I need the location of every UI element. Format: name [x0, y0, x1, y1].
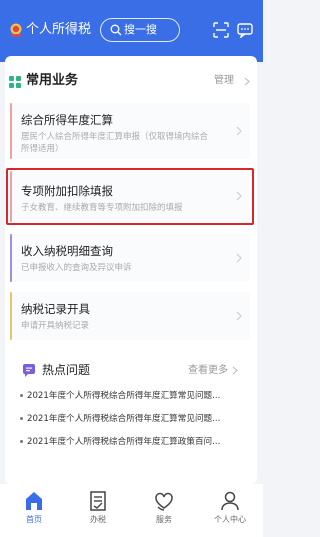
service-heart-icon: [155, 492, 173, 511]
item-title: 纳税记录开具: [21, 302, 90, 316]
app-title: 个人所得税: [26, 22, 92, 37]
apps-grid-icon: [9, 76, 21, 88]
emblem-icon: [10, 23, 22, 37]
hot-question-icon: [23, 364, 35, 377]
top-header: 个人所得税 搜一搜: [0, 0, 263, 62]
tax-form-icon: [90, 491, 106, 511]
item-accent-bar: [10, 292, 12, 340]
hot-question-item[interactable]: 2021年度个人所得税综合所得年度汇算常见问题...: [20, 413, 246, 425]
question-text: 2021年度个人所得税综合所得年度汇算常见问题...: [27, 391, 221, 401]
tab-label: 个人中心: [214, 515, 246, 524]
tab-profile[interactable]: 个人中心: [206, 488, 254, 534]
service-item-tax-record[interactable]: 纳税记录开具 申请开具纳税记录: [10, 292, 250, 340]
bullet-icon: [20, 440, 23, 443]
item-desc: 申请开具纳税记录: [21, 321, 90, 331]
question-text: 2021年度个人所得税综合所得年度汇算政策百问...: [27, 437, 221, 447]
hot-question-item[interactable]: 2021年度个人所得税综合所得年度汇算政策百问...: [20, 436, 246, 448]
item-desc-cont: 所得适用）: [21, 144, 64, 154]
search-box[interactable]: 搜一搜: [100, 18, 180, 42]
search-placeholder: 搜一搜: [124, 23, 157, 36]
chevron-right-icon: [236, 126, 242, 136]
chevron-right-icon: [236, 311, 242, 321]
section-title: 常用业务: [26, 73, 79, 88]
hot-title: 热点问题: [42, 363, 91, 377]
item-accent-bar: [10, 103, 12, 159]
bottom-tab-bar: 首页 办税 服务 个人中心: [0, 484, 263, 537]
hot-question-item[interactable]: 2021年度个人所得税综合所得年度汇算常见问题...: [20, 390, 246, 402]
service-item-income-query[interactable]: 收入纳税明细查询 已申报收入的查询及异议申诉: [10, 234, 250, 282]
bullet-icon: [20, 394, 23, 397]
see-more-link[interactable]: 查看更多: [188, 364, 228, 377]
item-accent-bar: [10, 234, 12, 282]
service-item-annual-reconciliation[interactable]: 综合所得年度汇算 居民个人综合所得年度汇算申报（仅取得境内综合 所得适用）: [10, 103, 250, 159]
item-title: 综合所得年度汇算: [21, 113, 113, 127]
chevron-right-icon: [244, 77, 250, 86]
chevron-right-icon: [236, 253, 242, 263]
tab-tax[interactable]: 办税: [74, 488, 122, 534]
tab-label: 首页: [26, 515, 42, 524]
question-text: 2021年度个人所得税综合所得年度汇算常见问题...: [27, 414, 221, 424]
manage-link[interactable]: 管理: [214, 75, 234, 87]
tab-home[interactable]: 首页: [10, 488, 58, 534]
item-desc: 已申报收入的查询及异议申诉: [21, 263, 132, 273]
message-icon[interactable]: [237, 22, 253, 38]
item-desc: 居民个人综合所得年度汇算申报（仅取得境内综合: [21, 132, 209, 142]
tab-service[interactable]: 服务: [140, 488, 188, 534]
scan-icon[interactable]: [213, 22, 229, 38]
tab-label: 办税: [90, 515, 106, 524]
search-icon: [110, 24, 122, 36]
chevron-right-icon: [232, 366, 238, 375]
item-title: 收入纳税明细查询: [21, 244, 113, 258]
tab-label: 服务: [156, 515, 172, 524]
bullet-icon: [20, 417, 23, 420]
highlight-box: [6, 168, 254, 225]
home-icon: [26, 492, 42, 510]
profile-icon: [221, 491, 239, 511]
